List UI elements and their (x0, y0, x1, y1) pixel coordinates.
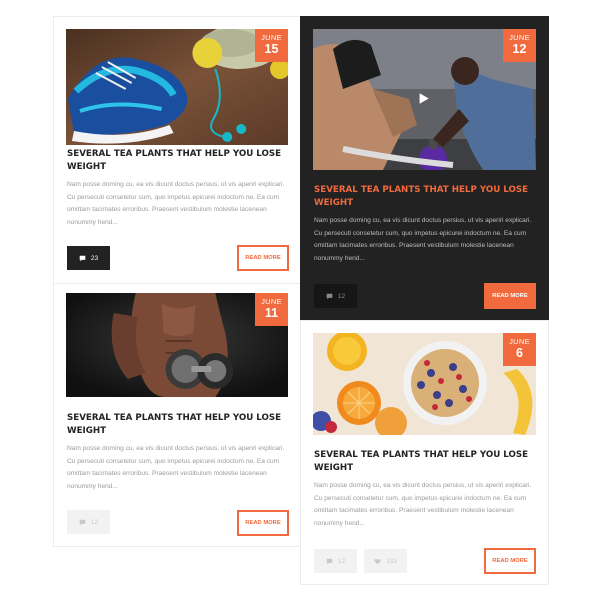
play-icon[interactable] (417, 92, 430, 105)
date-day: 6 (516, 346, 523, 360)
post-excerpt: Nam posse doming cu, ea vis dicunt doctu… (67, 181, 285, 226)
post-image[interactable]: JUNE 15 (66, 29, 288, 145)
comments-button[interactable]: 12 (314, 284, 357, 308)
comment-count: 12 (90, 518, 99, 526)
comment-icon (79, 255, 86, 261)
date-badge: JUNE 11 (255, 293, 288, 326)
read-more-button[interactable]: READ MORE (237, 510, 289, 536)
comment-count: 12 (337, 557, 346, 565)
comments-button[interactable]: 12 (314, 549, 357, 573)
date-month: JUNE (261, 33, 282, 42)
blog-card: JUNE 11 SEVERAL TEA PLANTS THAT HELP YOU… (53, 283, 301, 547)
date-day: 15 (264, 42, 279, 56)
comments-button[interactable]: 12 (67, 510, 110, 534)
comment-count: 12 (337, 292, 346, 300)
date-month: JUNE (509, 33, 530, 42)
likes-button[interactable]: 133 (364, 549, 407, 573)
post-image[interactable]: JUNE 6 (313, 333, 536, 435)
date-badge: JUNE 12 (503, 29, 536, 62)
comments-button[interactable]: 23 (67, 246, 110, 270)
read-more-button[interactable]: READ MORE (484, 283, 536, 309)
blog-card: JUNE 15 SEVERAL TEA PLANTS THAT HELP YOU… (53, 16, 301, 286)
comment-count: 23 (90, 254, 99, 262)
read-more-button[interactable]: READ MORE (484, 548, 536, 574)
post-excerpt: Nam posse doming cu, ea vis dicunt doctu… (67, 445, 285, 490)
comment-icon (79, 519, 86, 525)
post-image[interactable]: JUNE 11 (66, 293, 288, 397)
comment-icon (326, 558, 333, 564)
read-more-button[interactable]: READ MORE (237, 245, 289, 271)
date-badge: JUNE 6 (503, 333, 536, 366)
post-title[interactable]: SEVERAL TEA PLANTS THAT HELP YOU LOSE WE… (67, 148, 288, 173)
post-excerpt: Nam posse doming cu, ea vis dicunt doctu… (314, 217, 532, 262)
date-month: JUNE (261, 297, 282, 306)
date-day: 11 (264, 306, 279, 320)
comment-icon (326, 293, 333, 299)
date-badge: JUNE 15 (255, 29, 288, 62)
heart-icon (374, 558, 381, 564)
post-title[interactable]: SEVERAL TEA PLANTS THAT HELP YOU LOSE WE… (314, 449, 536, 474)
post-title[interactable]: SEVERAL TEA PLANTS THAT HELP YOU LOSE WE… (314, 184, 536, 209)
like-count: 133 (386, 557, 397, 565)
date-month: JUNE (509, 337, 530, 346)
blog-card: JUNE 6 SEVERAL TEA PLANTS THAT HELP YOU … (300, 320, 549, 585)
post-excerpt: Nam posse doming cu, ea vis dicunt doctu… (314, 482, 532, 527)
post-title[interactable]: SEVERAL TEA PLANTS THAT HELP YOU LOSE WE… (67, 412, 288, 437)
date-day: 12 (512, 42, 527, 56)
post-video[interactable]: JUNE 12 (313, 29, 536, 170)
blog-card-featured: JUNE 12 SEVERAL TEA PLANTS THAT HELP YOU… (300, 16, 549, 320)
